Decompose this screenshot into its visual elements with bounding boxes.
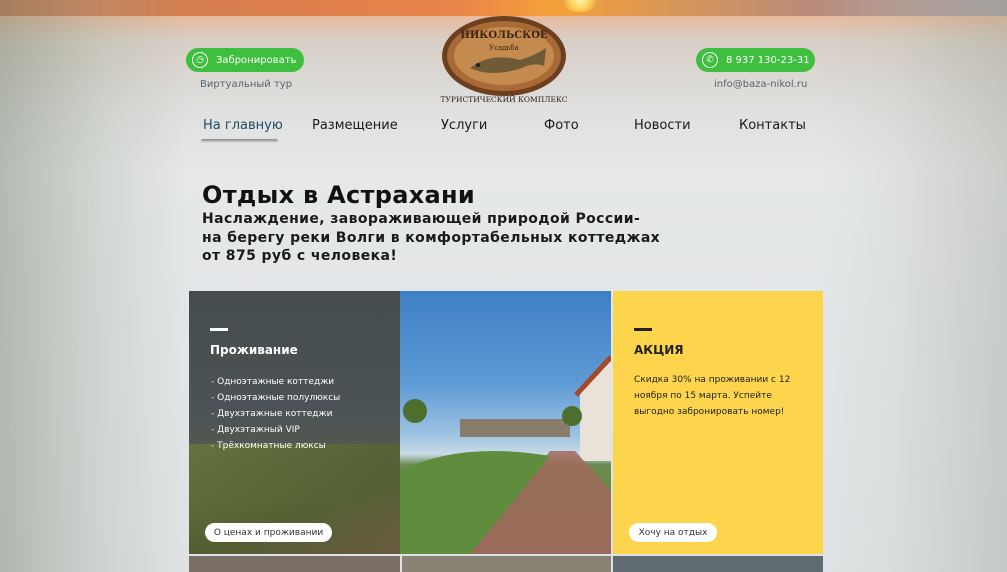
hero-subtitle-line2: на берегу реки Волги в комфортабельных к… (202, 230, 661, 246)
nav-item-photo[interactable]: Фото (544, 118, 579, 133)
promo-title: АКЦИЯ (634, 343, 684, 357)
list-item[interactable]: Трёхкомнатные люксы (211, 438, 340, 454)
clock-icon: ◷ (192, 52, 208, 68)
want-vacation-button[interactable]: Хочу на отдых (629, 523, 717, 542)
hero-subtitle-line3: от 875 руб с человека! (202, 248, 398, 264)
hero-subtitle-line1: Наслаждение, завораживающей природой Рос… (202, 211, 641, 227)
email-link[interactable]: info@baza-nikol.ru (714, 79, 807, 90)
virtual-tour-link[interactable]: Виртуальный тур (200, 79, 292, 90)
next-card-partial (189, 556, 400, 572)
logo-line2: Усадьба (489, 44, 519, 52)
next-card-partial (613, 556, 823, 572)
nav-item-services[interactable]: Услуги (441, 118, 487, 133)
logo-line1: НИКОЛЬСКОЕ (460, 30, 548, 41)
accommodation-list: Одноэтажные коттеджи Одноэтажные полулюк… (211, 374, 340, 454)
list-item[interactable]: Одноэтажные коттеджи (211, 374, 340, 390)
accommodation-card[interactable]: Проживание Одноэтажные коттеджи Одноэтаж… (189, 291, 400, 554)
list-item[interactable]: Двухэтажный VIP (211, 422, 340, 438)
resort-photo-image (400, 355, 611, 554)
hero-title: Отдых в Астрахани (202, 181, 476, 209)
logo-line3: ТУРИСТИЧЕСКИЙ КОМПЛЕКС (440, 95, 567, 104)
promo-text: Скидка 30% на проживании с 12 ноября по … (634, 375, 791, 417)
next-card-partial (402, 556, 611, 572)
resort-photo (400, 291, 611, 554)
card-dash (210, 328, 228, 331)
card-dash (634, 328, 652, 331)
logo[interactable]: НИКОЛЬСКОЕ Усадьба ТУРИСТИЧЕСКИЙ КОМПЛЕК… (434, 12, 574, 108)
nav-item-news[interactable]: Новости (634, 118, 691, 133)
list-item[interactable]: Двухэтажные коттеджи (211, 406, 340, 422)
list-item[interactable]: Одноэтажные полулюксы (211, 390, 340, 406)
nav-item-accommodation[interactable]: Размещение (312, 118, 398, 133)
phone-button[interactable]: ✆ 8 937 130-23-31 (696, 48, 815, 72)
nav-active-indicator (201, 139, 278, 143)
nav-item-home[interactable]: На главную (203, 118, 283, 133)
prices-button[interactable]: О ценах и проживании (205, 523, 332, 542)
book-button[interactable]: ◷ Забронировать (186, 48, 304, 72)
nav-item-contacts[interactable]: Контакты (739, 118, 806, 133)
phone-icon: ✆ (702, 52, 718, 68)
phone-number: 8 937 130-23-31 (726, 54, 810, 66)
book-button-label: Забронировать (216, 54, 297, 66)
promo-card[interactable]: АКЦИЯ Скидка 30% на проживании с 12 нояб… (613, 291, 823, 554)
accommodation-title: Проживание (210, 343, 298, 357)
